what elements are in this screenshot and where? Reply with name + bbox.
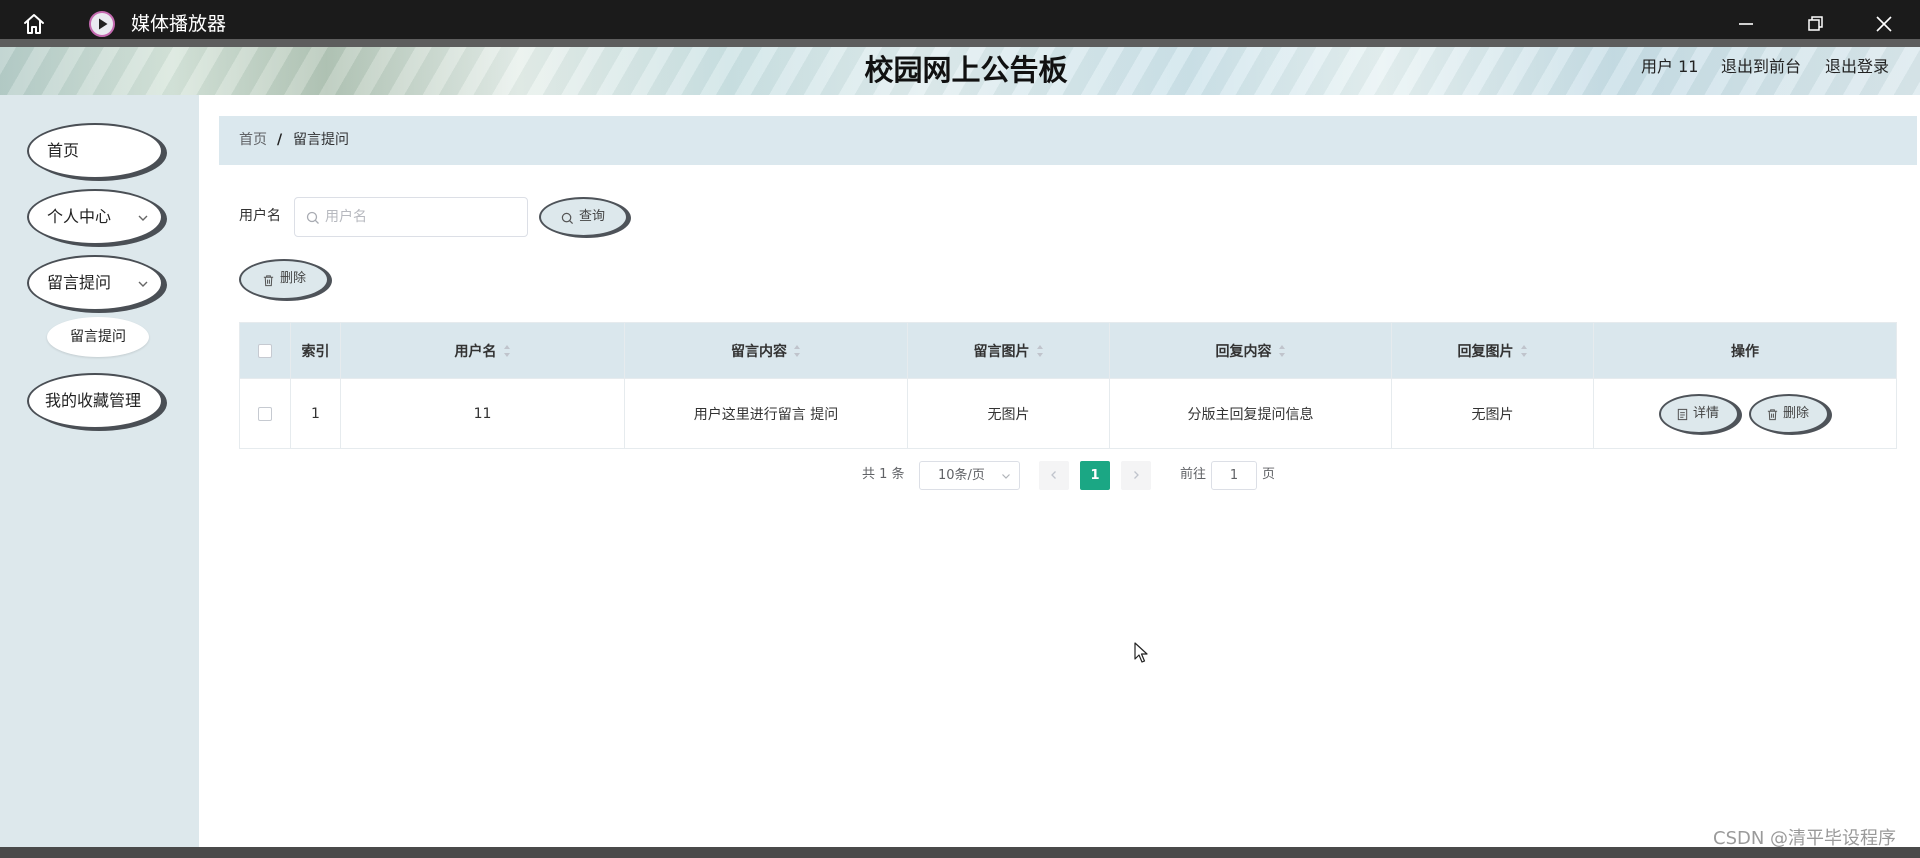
query-button-label: 查询 [579, 209, 606, 224]
breadcrumb-current: 留言提问 [293, 132, 349, 148]
goto-page-input[interactable] [1211, 461, 1257, 490]
select-all-checkbox[interactable] [258, 343, 272, 358]
cell-reply: 分版主回复提问信息 [1110, 379, 1392, 448]
page-number-current[interactable]: 1 [1080, 461, 1110, 490]
bottom-bar [0, 847, 1920, 858]
sidebar-item-messages[interactable]: 留言提问 [27, 255, 163, 311]
chevron-down-icon [1001, 471, 1011, 481]
row-delete-button[interactable]: 删除 [1749, 394, 1829, 434]
sidebar-item-favorites[interactable]: 我的收藏管理 [27, 373, 163, 429]
breadcrumb-separator: / [277, 132, 283, 148]
chevron-down-icon [137, 212, 149, 224]
messages-table: 索引 用户名 留言内容 留言图片 回复内容 回复图片 操作 1 11 用户这里进… [239, 322, 1897, 449]
media-player-icon [88, 10, 116, 38]
detail-button-label: 详情 [1693, 406, 1720, 421]
sidebar-item-label: 我的收藏管理 [45, 391, 142, 410]
table-row: 1 11 用户这里进行留言 提问 无图片 分版主回复提问信息 无图片 详情 删除 [240, 378, 1896, 448]
breadcrumb: 首页 / 留言提问 [219, 116, 1917, 165]
minimize-icon[interactable] [1731, 9, 1761, 39]
search-label: 用户名 [239, 208, 281, 224]
column-header-image[interactable]: 留言图片 [908, 323, 1110, 378]
sidebar-item-home[interactable]: 首页 [27, 123, 163, 179]
sidebar-subitem-messages[interactable]: 留言提问 [47, 317, 149, 357]
restore-icon[interactable] [1800, 9, 1830, 39]
sort-icon[interactable] [503, 344, 511, 358]
sidebar-item-label: 留言提问 [47, 273, 112, 292]
sort-icon[interactable] [1036, 344, 1044, 358]
cell-actions [1594, 379, 1896, 448]
mouse-cursor-icon [1134, 642, 1148, 664]
next-page-button[interactable] [1121, 461, 1151, 490]
cell-index: 1 [291, 379, 341, 448]
detail-button[interactable]: 详情 [1659, 394, 1739, 434]
column-header-content[interactable]: 留言内容 [625, 323, 908, 378]
document-icon [1676, 408, 1689, 421]
chevron-right-icon [1134, 471, 1139, 479]
column-header-actions: 操作 [1731, 343, 1759, 360]
page-size-value: 10条/页 [938, 468, 985, 483]
chevron-down-icon [137, 278, 149, 290]
cell-username: 11 [341, 379, 625, 448]
sidebar-item-label: 首页 [47, 141, 80, 160]
window-title: 媒体播放器 [131, 13, 227, 35]
chevron-left-icon [1051, 471, 1056, 479]
cell-image: 无图片 [908, 379, 1110, 448]
logout-link[interactable]: 退出登录 [1825, 56, 1889, 78]
current-user: 用户 11 [1641, 57, 1699, 76]
trash-icon [262, 274, 275, 287]
row-select-cell [240, 379, 291, 448]
sidebar-subitem-label: 留言提问 [70, 329, 126, 345]
sort-icon[interactable] [793, 344, 801, 358]
query-button[interactable]: 查询 [539, 197, 628, 237]
column-header-username[interactable]: 用户名 [341, 323, 625, 378]
search-icon [561, 212, 574, 225]
sidebar: 首页 个人中心 留言提问 留言提问 我的收藏管理 [0, 95, 199, 847]
row-delete-button-label: 删除 [1783, 406, 1810, 421]
goto-unit-label: 页 [1262, 467, 1276, 482]
titlebar-divider [0, 39, 1920, 47]
site-title: 校园网上公告板 [864, 53, 1068, 87]
column-header-reply[interactable]: 回复内容 [1110, 323, 1392, 378]
search-input[interactable] [325, 198, 521, 236]
breadcrumb-home[interactable]: 首页 [239, 116, 267, 165]
prev-page-button[interactable] [1039, 461, 1069, 490]
trash-icon [1766, 408, 1779, 421]
window-titlebar: 媒体播放器 [0, 0, 1920, 47]
pagination-total: 共 1 条 [862, 467, 905, 482]
search-icon [306, 211, 320, 225]
back-to-front-link[interactable]: 退出到前台 [1721, 56, 1801, 78]
home-icon[interactable] [20, 10, 48, 38]
table-header: 索引 用户名 留言内容 留言图片 回复内容 回复图片 操作 [240, 323, 1896, 378]
column-header-index: 索引 [291, 323, 341, 378]
row-checkbox[interactable] [258, 406, 272, 421]
cell-content: 用户这里进行留言 提问 [625, 379, 908, 448]
column-header-reply-image[interactable]: 回复图片 [1392, 323, 1594, 378]
sidebar-item-personal-center[interactable]: 个人中心 [27, 189, 163, 245]
page-size-select[interactable]: 10条/页 [919, 461, 1020, 490]
cell-reply-image: 无图片 [1392, 379, 1594, 448]
goto-label: 前往 [1180, 467, 1207, 482]
close-icon[interactable] [1869, 9, 1899, 39]
sort-icon[interactable] [1520, 344, 1528, 358]
header-select-cell [240, 323, 291, 378]
delete-button[interactable]: 删除 [239, 259, 329, 300]
sidebar-item-label: 个人中心 [47, 207, 112, 226]
sort-icon[interactable] [1278, 344, 1286, 358]
delete-button-label: 删除 [280, 271, 307, 286]
site-header: 校园网上公告板 用户 11 退出到前台 退出登录 [0, 47, 1920, 95]
search-field[interactable] [294, 197, 528, 237]
